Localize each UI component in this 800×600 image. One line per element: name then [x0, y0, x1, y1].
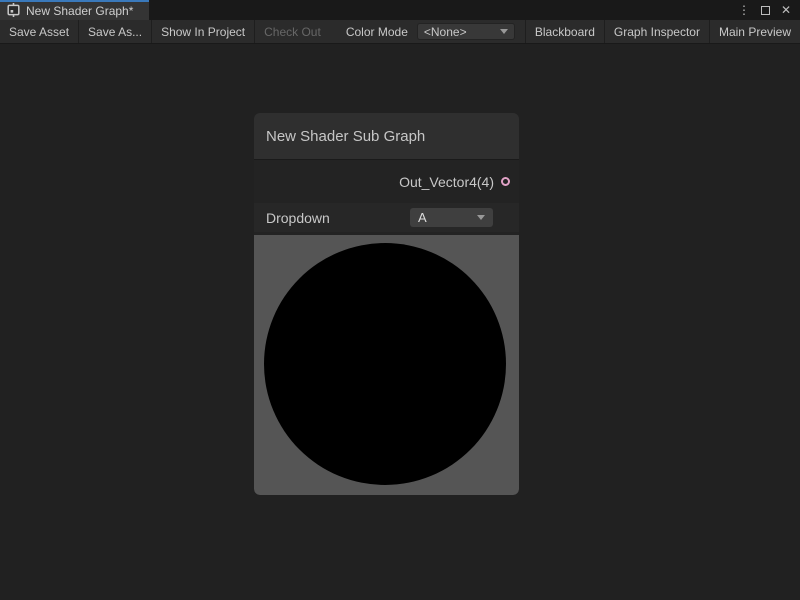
dropdown-property-label: Dropdown	[266, 210, 330, 226]
node-title-bar[interactable]: New Shader Sub Graph	[254, 113, 519, 160]
node-preview-area[interactable]	[254, 235, 519, 495]
shader-graph-toolbar: Save Asset Save As... Show In Project Ch…	[0, 20, 800, 44]
main-preview-toggle-button[interactable]: Main Preview	[709, 20, 800, 43]
color-mode-value: <None>	[424, 25, 467, 39]
check-out-button: Check Out	[255, 20, 330, 43]
tab-new-shader-graph[interactable]: New Shader Graph*	[0, 0, 149, 20]
dropdown-selected-value: A	[418, 210, 427, 225]
chevron-down-icon	[477, 215, 485, 220]
sub-graph-output-node[interactable]: New Shader Sub Graph Out_Vector4(4) Drop…	[254, 113, 519, 495]
window-menu-icon[interactable]: ⋮	[738, 4, 750, 16]
shader-preview-sphere	[264, 243, 506, 485]
node-output-row: Out_Vector4(4)	[254, 160, 519, 203]
graph-inspector-toggle-button[interactable]: Graph Inspector	[604, 20, 709, 43]
save-as-button[interactable]: Save As...	[79, 20, 152, 43]
window-close-icon[interactable]: ✕	[781, 4, 791, 16]
blackboard-toggle-button[interactable]: Blackboard	[525, 20, 604, 43]
window-maximize-icon[interactable]	[761, 6, 770, 15]
vector4-output-port-icon[interactable]	[501, 177, 510, 186]
dropdown-value-selector[interactable]: A	[410, 208, 493, 227]
show-in-project-button[interactable]: Show In Project	[152, 20, 255, 43]
node-title: New Shader Sub Graph	[266, 128, 425, 145]
node-dropdown-row: Dropdown A	[254, 203, 519, 232]
toolbar-spacer	[330, 20, 338, 43]
color-mode-label: Color Mode	[338, 20, 417, 43]
tab-title: New Shader Graph*	[26, 4, 133, 18]
window-tab-bar: New Shader Graph* ⋮ ✕	[0, 0, 800, 20]
shader-graph-asset-icon	[7, 3, 20, 20]
output-port-label: Out_Vector4(4)	[399, 174, 494, 190]
save-asset-button[interactable]: Save Asset	[0, 20, 79, 43]
color-mode-dropdown[interactable]: <None>	[417, 23, 515, 40]
window-controls: ⋮ ✕	[738, 0, 800, 20]
chevron-down-icon	[500, 29, 508, 34]
